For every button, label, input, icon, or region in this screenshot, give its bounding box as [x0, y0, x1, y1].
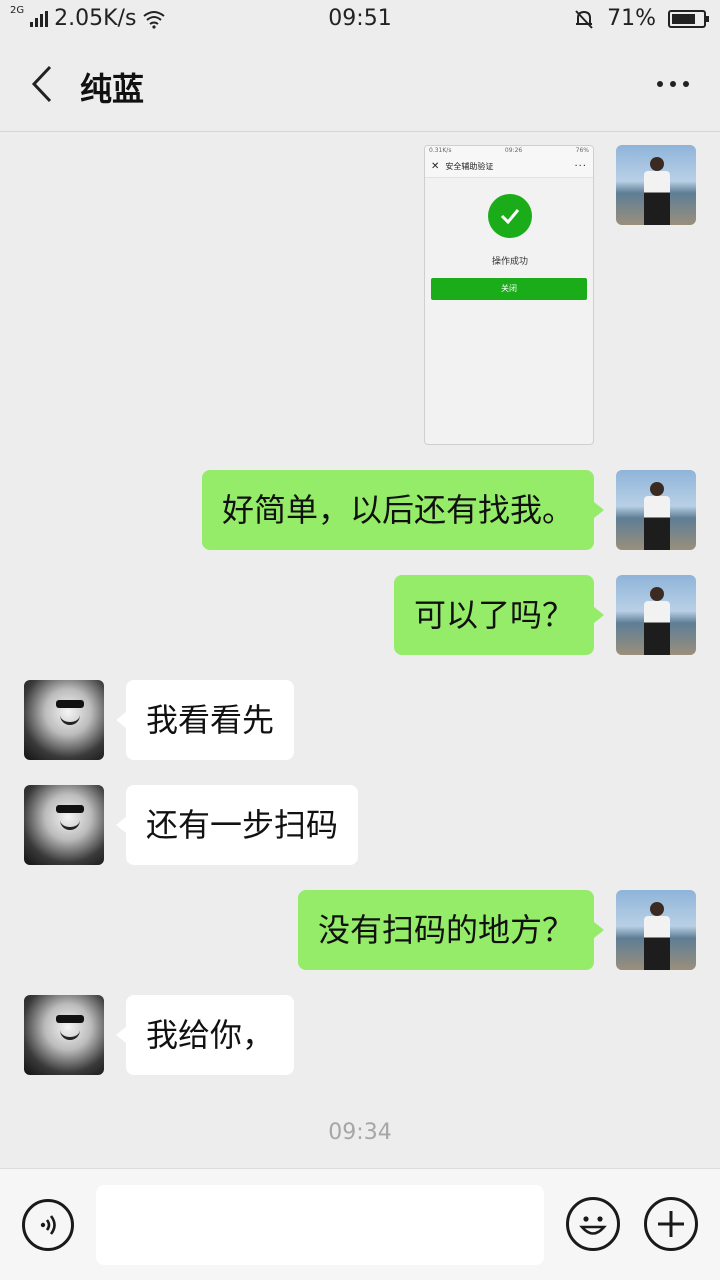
more-options-button[interactable] — [648, 64, 698, 104]
plus-icon — [658, 1211, 684, 1237]
message-bubble-other[interactable]: 还有一步扫码 — [115, 785, 359, 865]
chat-title: 纯蓝 — [80, 70, 145, 108]
self-avatar[interactable] — [616, 470, 696, 550]
message-bubble-other[interactable]: 我给你， — [115, 995, 295, 1075]
self-avatar[interactable] — [616, 890, 696, 970]
image-status-battery: 76% — [575, 147, 589, 154]
self-avatar[interactable] — [616, 145, 696, 225]
self-avatar[interactable] — [616, 575, 696, 655]
dot-icon — [657, 81, 663, 87]
dot-icon — [670, 81, 676, 87]
message-timestamp: 09:34 — [328, 1120, 392, 1145]
message-bubble-other[interactable]: 我看看先 — [115, 680, 295, 760]
message-bubble-self[interactable]: 可以了吗？ — [393, 575, 605, 655]
image-page-title: 安全辅助验证 — [445, 162, 494, 171]
message-input[interactable] — [96, 1185, 544, 1265]
more-icon: ··· — [574, 161, 587, 172]
message-bubble-self[interactable]: 没有扫码的地方？ — [297, 890, 605, 970]
image-success-text: 操作成功 — [491, 257, 528, 267]
image-page-header: ✕ 安全辅助验证 ··· — [425, 156, 593, 178]
image-status-time: 09:26 — [504, 147, 523, 154]
status-bar: 2G 2.05K/s 09:51 71% — [0, 0, 720, 38]
title-bar: 纯蓝 — [0, 38, 720, 132]
mute-bell-icon — [575, 9, 593, 29]
contact-avatar[interactable] — [24, 995, 104, 1075]
image-status-speed: 0.31K/s — [429, 147, 452, 154]
close-icon: ✕ — [431, 161, 440, 172]
contact-avatar[interactable] — [24, 680, 104, 760]
success-check-icon — [488, 194, 532, 238]
voice-icon — [40, 1215, 56, 1235]
image-status-bar: 0.31K/s 09:26 76% — [425, 146, 593, 156]
image-close-button: 关闭 — [431, 278, 587, 300]
emoji-icon — [579, 1216, 607, 1235]
more-functions-button[interactable] — [644, 1197, 698, 1251]
battery-icon — [668, 9, 709, 28]
image-message[interactable]: 0.31K/s 09:26 76% ✕ 安全辅助验证 ··· 操作成功 关闭 — [424, 145, 594, 445]
emoji-button[interactable] — [566, 1197, 620, 1251]
back-button[interactable] — [22, 62, 62, 106]
status-right: 71% — [573, 6, 709, 31]
voice-button[interactable] — [22, 1199, 74, 1251]
battery-percent: 71% — [607, 6, 656, 31]
chevron-left-icon — [31, 65, 52, 103]
message-bubble-self[interactable]: 好简单，以后还有找我。 — [201, 470, 605, 550]
contact-avatar[interactable] — [24, 785, 104, 865]
input-bar — [0, 1168, 720, 1280]
dot-icon — [683, 81, 689, 87]
